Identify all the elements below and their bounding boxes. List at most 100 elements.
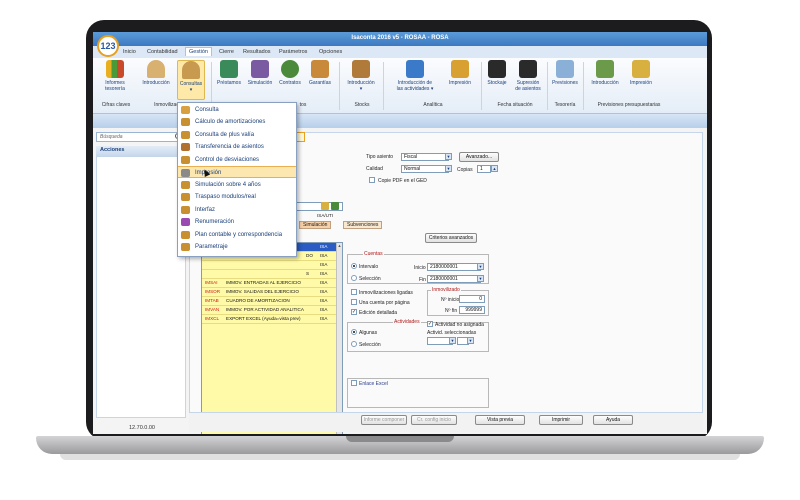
consultas-dropdown-menu: Consulta Cálculo de amortizaciones Consu… — [177, 102, 297, 257]
criterios-avanzados-button[interactable]: Criterios avanzados — [425, 233, 477, 243]
menu-item-calculo-amortizaciones[interactable]: Cálculo de amortizaciones — [178, 116, 296, 128]
copias-input[interactable]: 1 — [477, 165, 491, 173]
menu-item-traspaso-modulos[interactable]: Traspaso modulos/real — [178, 191, 296, 203]
chevron-down-icon[interactable]: ▼ — [467, 337, 474, 344]
grid-scrollbar[interactable]: ▲ — [336, 243, 342, 434]
house-icon — [181, 243, 190, 251]
n-inicio-input[interactable]: 0 — [459, 295, 485, 303]
ribbon-consultas-button[interactable]: Consultas ▾ — [177, 60, 205, 100]
menu-item-renumeracion[interactable]: Renumeración — [178, 216, 296, 228]
menu-gestion[interactable]: Gestión — [185, 47, 212, 56]
house-icon — [181, 206, 190, 214]
excel-icon[interactable] — [331, 202, 339, 210]
window-title: Isaconta 2016 v5 - ROSAA - ROSA — [351, 35, 449, 41]
print-icon — [181, 169, 190, 177]
chevron-down-icon[interactable]: ▼ — [449, 337, 456, 344]
edicion-detallada-checkbox[interactable]: ✓ — [351, 309, 357, 315]
ribbon-simulacion-button[interactable]: Simulación — [245, 60, 275, 86]
informe-componer-button[interactable]: Informe componer — [361, 415, 407, 425]
fin-input[interactable]: 2180000001 — [427, 275, 481, 283]
inicio-input[interactable]: 2180000001 — [427, 263, 481, 271]
search-input[interactable]: Búsqueda — [96, 132, 184, 142]
app-screen: Isaconta 2016 v5 - ROSAA - ROSA 123 Inic… — [93, 32, 707, 434]
tab-subvenciones[interactable]: Subvenciones — [343, 221, 383, 229]
menu-item-transferencia-asientos[interactable]: Transferencia de asientos — [178, 141, 296, 153]
chevron-down-icon[interactable]: ▼ — [445, 153, 452, 160]
actividad-no-asignada-checkbox[interactable]: ✓ — [427, 321, 433, 327]
report-grid[interactable]: ISA DO ISA ISA S ISA IMSAI IMMOV. ENTRADAS … — [201, 242, 343, 434]
menu-item-consulta[interactable]: Consulta — [178, 104, 296, 116]
imprimir-button[interactable]: Imprimir — [539, 415, 583, 425]
ribbon-introduccion-previsiones-button[interactable]: Introducción — [587, 60, 623, 86]
una-cuenta-checkbox[interactable] — [351, 299, 357, 305]
menu-item-impresion[interactable]: Impresión — [178, 166, 296, 178]
chevron-down-icon[interactable]: ▼ — [477, 263, 484, 270]
vista-previa-button[interactable]: Vista previa — [475, 415, 525, 425]
ribbon-introduccion-stocks-button[interactable]: Introducción ▾ — [343, 60, 379, 92]
transfer-icon — [181, 143, 190, 151]
copie-pdf-checkbox[interactable] — [369, 177, 375, 183]
menu-item-simulacion-4-anos[interactable]: Simulación sobre 4 años — [178, 179, 296, 191]
ribbon-previsiones-button[interactable]: Previsiones — [549, 60, 581, 86]
copie-pdf-label: Copie PDF en el GED — [378, 178, 427, 184]
inicio-label: Inicio — [414, 265, 426, 271]
menu-parametros[interactable]: Parámetros — [279, 49, 307, 55]
ribbon-stockaje-button[interactable]: Stockaje — [483, 60, 511, 86]
ayuda-button[interactable]: Ayuda — [593, 415, 633, 425]
table-row[interactable]: IMTAB CUADRO DE AMORTIZACION ISA — [202, 297, 342, 306]
menu-item-parametraje[interactable]: Parametraje — [178, 241, 296, 253]
grid-header-sis: ISA/UTI — [317, 213, 334, 218]
inmov-ligadas-checkbox[interactable] — [351, 289, 357, 295]
calidad-select[interactable]: Normal — [401, 165, 449, 173]
menu-contabilidad[interactable]: Contabilidad — [147, 49, 178, 55]
menu-cierre[interactable]: Cierre — [219, 49, 234, 55]
ribbon-impresion-analitica-button[interactable]: Impresión — [445, 60, 475, 86]
ribbon-supresion-asientos-button[interactable]: Supresión de asientos — [511, 60, 545, 92]
table-row[interactable]: IMXCL EXPORT EXCEL (Ayuda=vista prev) ISA — [202, 315, 342, 324]
actividades-title: Actividades — [393, 319, 421, 325]
ribbon-informes-tesoreria-button[interactable]: Informes tesorería — [99, 60, 131, 92]
config-inicio-button[interactable]: Cr. config inicio — [411, 415, 457, 425]
ribbon-introduccion-actividades-button[interactable]: Introducción de las actividades ▾ — [389, 60, 441, 92]
seleccion-actividades-radio[interactable] — [351, 341, 357, 347]
table-row[interactable]: IMVAN IMMOV. POR ACTIVIDAD ANALITICA ISA — [202, 306, 342, 315]
table-row[interactable]: IMSOR IMMOV. SALIDAS DEL EJERCICIO ISA — [202, 288, 342, 297]
ribbon-impresion-previsiones-button[interactable]: Impresión — [625, 60, 657, 86]
intervalo-radio[interactable] — [351, 263, 357, 269]
menu-resultados[interactable]: Resultados — [243, 49, 271, 55]
menu-opciones[interactable]: Opciones — [319, 49, 342, 55]
box-icon — [352, 60, 370, 78]
ribbon-garantias-button[interactable]: Garantías — [305, 60, 335, 86]
table-row[interactable]: ISA — [202, 261, 342, 270]
app-logo[interactable]: 123 — [97, 35, 119, 57]
ribbon-contratos-button[interactable]: Contratos — [275, 60, 305, 86]
ribbon-prestamos-button[interactable]: Préstamos — [213, 60, 245, 86]
table-row[interactable]: IMSAI IMMOV. ENTRADAS AL EJERCICIO ISA — [202, 279, 342, 288]
menu-item-plan-contable[interactable]: Plan contable y correspondencia — [178, 229, 296, 241]
acciones-header[interactable]: Acciones — [96, 146, 186, 156]
actividades-seleccionadas-label: Activid. seleccionadas — [427, 330, 477, 336]
avanzado-button[interactable]: Avanzado... — [459, 152, 499, 162]
menu-inicio[interactable]: Inicio — [123, 49, 136, 55]
enlace-excel-checkbox[interactable] — [351, 380, 357, 386]
n-fin-input[interactable]: 999999 — [459, 306, 485, 314]
menu-item-control-desviaciones[interactable]: Control de desviaciones — [178, 154, 296, 166]
tab-simulacion[interactable]: Simulación — [299, 221, 332, 229]
folder-icon[interactable] — [321, 202, 329, 210]
chevron-down-icon[interactable]: ▼ — [445, 165, 452, 172]
menu-item-interfaz[interactable]: Interfaz — [178, 204, 296, 216]
chevron-down-icon[interactable]: ▼ — [477, 275, 484, 282]
algunas-radio[interactable] — [351, 329, 357, 335]
table-row[interactable]: S ISA — [202, 270, 342, 279]
cuentas-title: Cuentas — [363, 251, 384, 257]
stepper-icon[interactable]: ▲ — [491, 165, 498, 172]
tipo-asiento-select[interactable]: Fiscal — [401, 153, 449, 161]
seleccion-radio[interactable] — [351, 275, 357, 281]
group-analitica: Analítica — [423, 102, 443, 108]
house-icon — [181, 118, 190, 126]
door-icon — [220, 60, 238, 78]
ribbon-introduccion-button[interactable]: Introducción — [139, 60, 173, 86]
ribbon-separator — [481, 62, 482, 110]
camera-icon — [488, 60, 506, 78]
menu-item-consulta-plus-valia[interactable]: Consulta de plus valía — [178, 129, 296, 141]
